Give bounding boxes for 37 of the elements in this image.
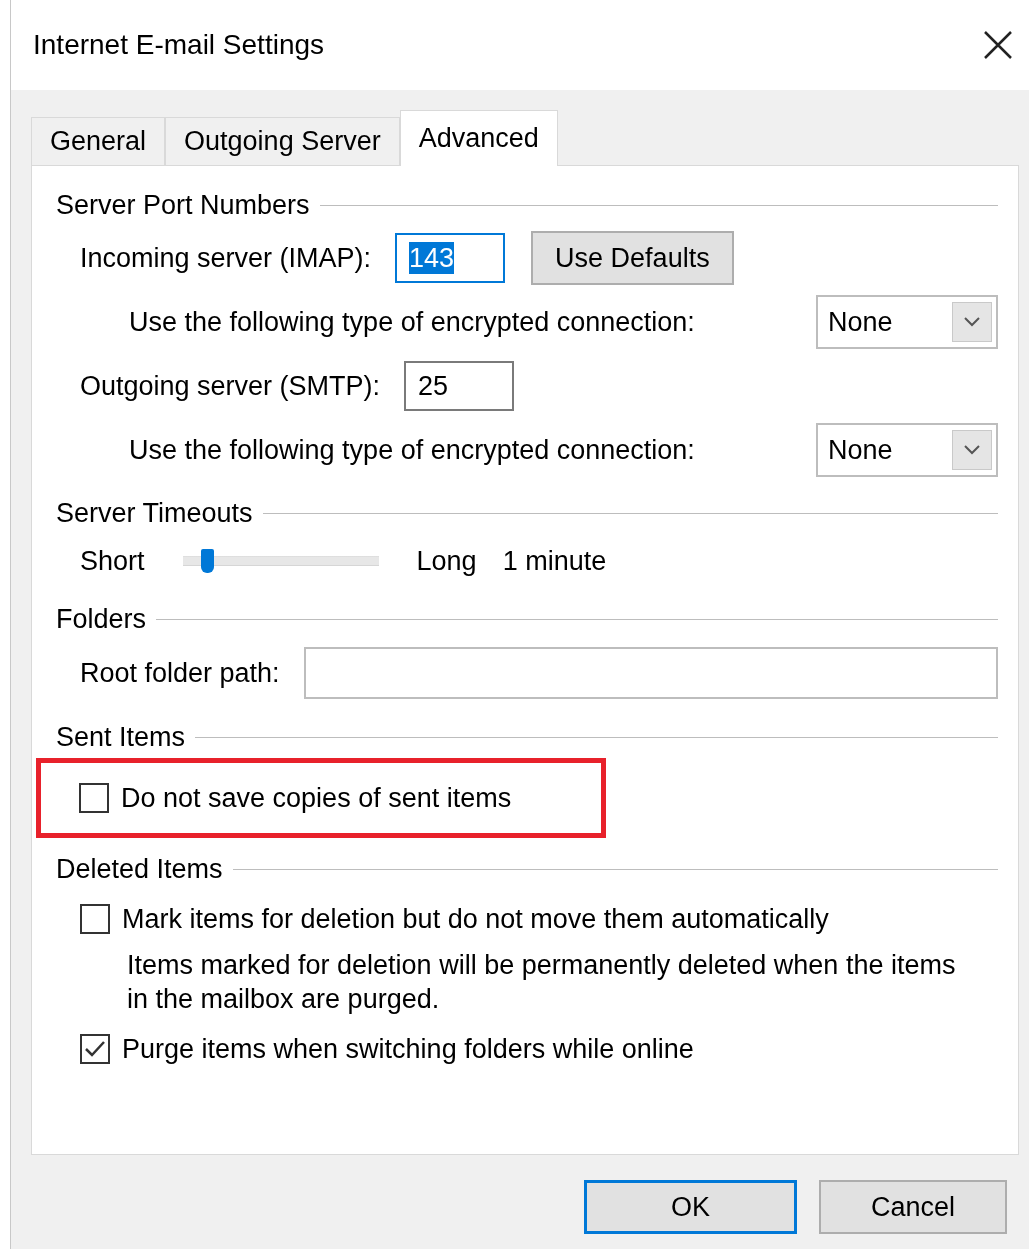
- description-text: Items marked for deletion will be permanently deleted when the items in the mailbox are purged.: [127, 949, 957, 1016]
- slider-reading: 1 minute: [502, 545, 607, 577]
- chevron-down-icon: [963, 444, 981, 456]
- use-defaults-button[interactable]: Use Defaults: [531, 231, 734, 285]
- checkbox[interactable]: [80, 1034, 110, 1064]
- slider-thumb[interactable]: [200, 549, 214, 573]
- port-input[interactable]: 143: [395, 233, 506, 283]
- checkbox[interactable]: [80, 904, 110, 934]
- input-field[interactable]: [303, 647, 998, 699]
- field-label: Use the following type of encrypted connection:: [129, 434, 695, 466]
- field-label: Use the following type of encrypted connection:: [129, 306, 695, 338]
- dropdown[interactable]: None: [816, 423, 998, 477]
- group-title: Sent Items: [56, 721, 186, 753]
- group-title: Deleted Items: [56, 853, 223, 885]
- field-label: Incoming server (IMAP):: [80, 242, 372, 274]
- field-label: Root folder path:: [80, 657, 280, 689]
- checkbox-label[interactable]: Do not save copies of sent items: [121, 782, 512, 814]
- field-label: Outgoing server (SMTP):: [80, 370, 381, 402]
- group-title: Server Timeouts: [56, 497, 253, 529]
- checkbox-label[interactable]: Mark items for deletion but do not move them automatically: [122, 903, 829, 935]
- chevron-down-icon: [963, 316, 981, 328]
- ok-button[interactable]: OK: [583, 1180, 797, 1234]
- slider-label: Short: [80, 545, 145, 577]
- group-title: Server Port Numbers: [56, 189, 310, 221]
- window-title: Internet E-mail Settings: [33, 29, 325, 61]
- checkbox[interactable]: [79, 783, 109, 813]
- tab[interactable]: General: [31, 117, 166, 165]
- tab[interactable]: Outgoing Server: [165, 117, 400, 165]
- group-title: Folders: [56, 603, 147, 635]
- checkbox-label[interactable]: Purge items when switching folders while online: [122, 1033, 694, 1065]
- close-icon: [983, 30, 1013, 60]
- check-icon: [84, 1040, 106, 1058]
- port-input[interactable]: 25: [404, 361, 515, 411]
- dropdown[interactable]: None: [816, 295, 998, 349]
- cancel-button[interactable]: Cancel: [818, 1180, 1007, 1234]
- tab[interactable]: Advanced: [399, 110, 558, 166]
- slider-label: Long: [416, 545, 477, 577]
